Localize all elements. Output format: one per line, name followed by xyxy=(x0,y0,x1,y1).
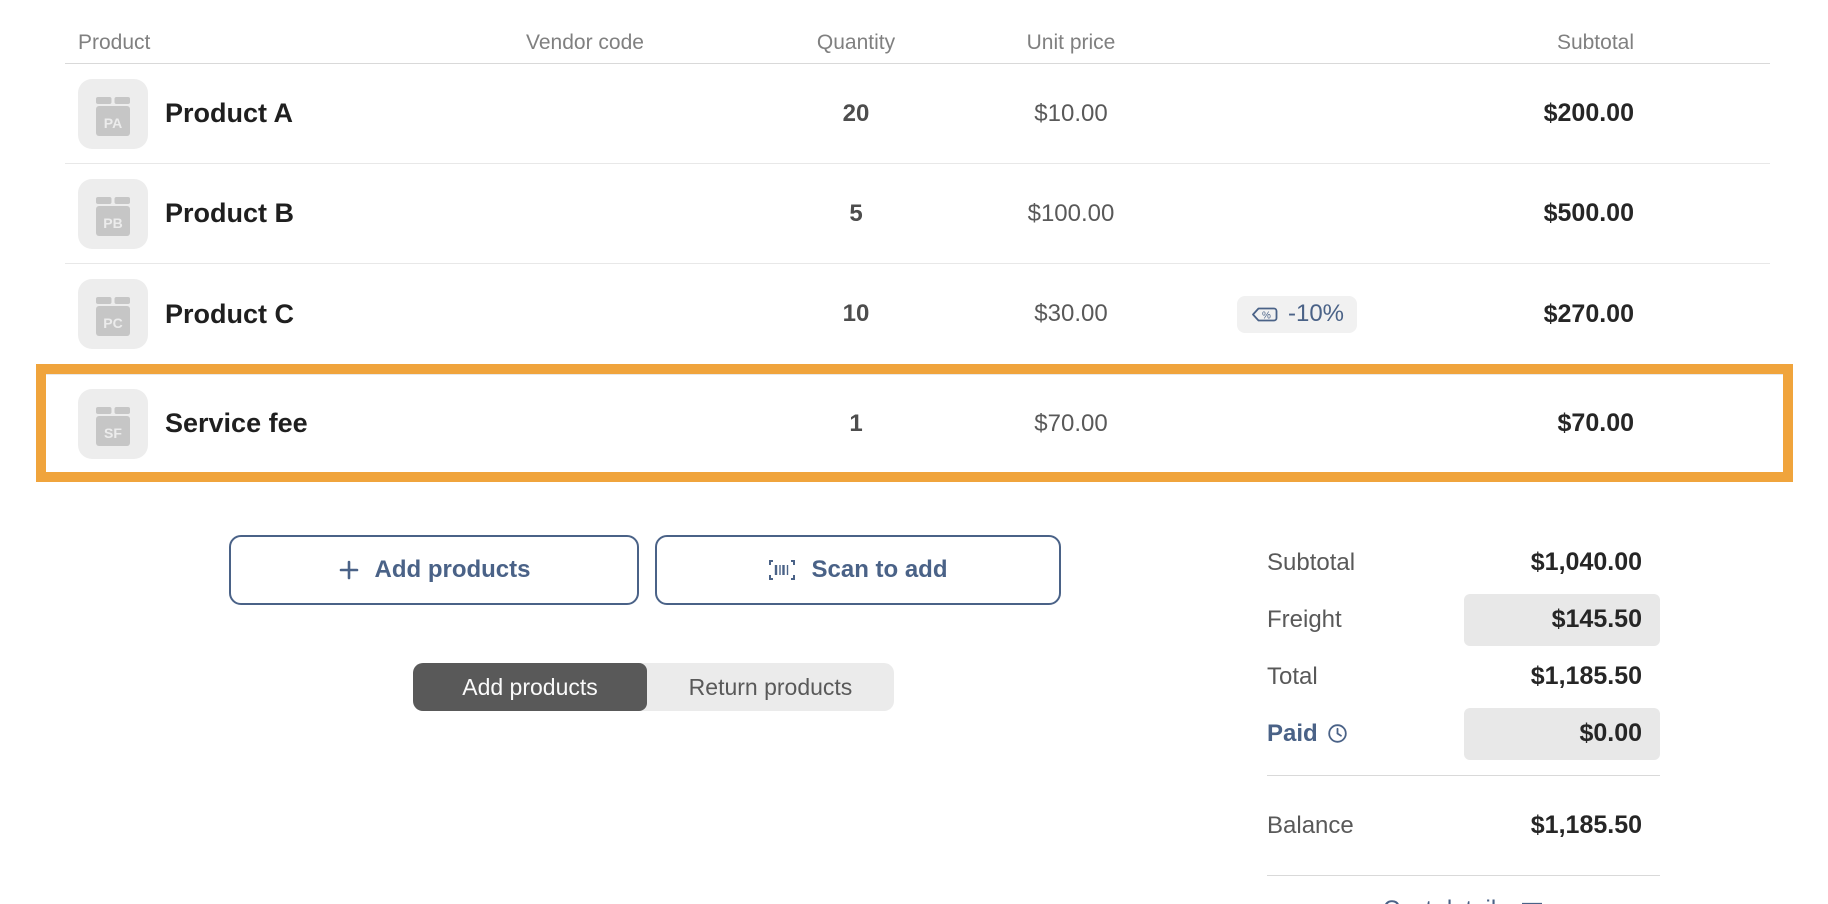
subtotal-cell: $270.00 xyxy=(1399,300,1770,329)
toggle-option-return-products[interactable]: Return products xyxy=(647,663,894,711)
subtotal-label: Subtotal xyxy=(1267,549,1355,577)
table-row[interactable]: PC Product C 10 $30.00 % -10% $270.00 xyxy=(65,264,1770,364)
freight-label: Freight xyxy=(1267,606,1342,634)
unit-price-cell: $100.00 xyxy=(947,200,1195,228)
table-row[interactable]: SF Service fee 1 $70.00 $70.00 xyxy=(46,374,1783,472)
column-header-unit-price: Unit price xyxy=(947,31,1195,55)
table-header: Product Vendor code Quantity Unit price … xyxy=(65,22,1770,64)
subtotal-cell: $500.00 xyxy=(1399,199,1770,228)
quantity-cell: 1 xyxy=(765,410,947,438)
paid-field[interactable]: $0.00 xyxy=(1464,708,1660,760)
summary-row-balance: Balance $1,185.50 xyxy=(1267,776,1660,875)
product-name: Product C xyxy=(165,299,294,330)
product-initials: SF xyxy=(104,425,122,441)
total-value: $1,185.50 xyxy=(1531,662,1660,691)
cost-details-link[interactable]: Cost details xyxy=(1267,896,1660,904)
summary-row-subtotal: Subtotal $1,040.00 xyxy=(1267,534,1660,591)
product-image-placeholder-icon: SF xyxy=(78,389,148,459)
price-tag-percent-icon: % xyxy=(1250,304,1279,325)
subtotal-cell: $70.00 xyxy=(1399,409,1770,438)
column-header-product: Product xyxy=(65,31,405,55)
scan-to-add-button[interactable]: Scan to add xyxy=(655,535,1061,605)
product-name: Service fee xyxy=(165,408,308,439)
summary-row-freight: Freight $145.50 xyxy=(1267,591,1660,648)
column-header-vendor-code: Vendor code xyxy=(405,31,765,55)
quantity-cell: 10 xyxy=(765,300,947,328)
product-image-placeholder-icon: PC xyxy=(78,279,148,349)
product-initials: PB xyxy=(103,215,122,231)
paid-value: $0.00 xyxy=(1579,719,1660,748)
unit-price-cell: $30.00 xyxy=(947,300,1195,328)
table-row[interactable]: PA Product A 20 $10.00 $200.00 xyxy=(65,64,1770,164)
summary-row-total: Total $1,185.50 xyxy=(1267,648,1660,705)
order-mode-toggle: Add products Return products xyxy=(413,663,894,711)
freight-value: $145.50 xyxy=(1552,605,1660,634)
balance-label: Balance xyxy=(1267,812,1354,840)
table-row[interactable]: PB Product B 5 $100.00 $500.00 xyxy=(65,164,1770,264)
quantity-cell: 5 xyxy=(765,200,947,228)
total-label: Total xyxy=(1267,663,1318,691)
order-summary: Subtotal $1,040.00 Freight $145.50 Total… xyxy=(1267,534,1660,904)
product-initials: PC xyxy=(103,315,122,331)
freight-field[interactable]: $145.50 xyxy=(1464,594,1660,646)
quantity-cell: 20 xyxy=(765,100,947,128)
add-products-button[interactable]: Add products xyxy=(229,535,639,605)
product-initials: PA xyxy=(104,115,122,131)
plus-icon xyxy=(338,559,360,581)
toggle-option-add-products[interactable]: Add products xyxy=(413,663,647,711)
clock-icon xyxy=(1327,723,1348,744)
unit-price-cell: $70.00 xyxy=(947,410,1195,438)
subtotal-cell: $200.00 xyxy=(1399,99,1770,128)
column-header-quantity: Quantity xyxy=(765,31,947,55)
subtotal-value: $1,040.00 xyxy=(1531,548,1660,577)
highlighted-row-frame: SF Service fee 1 $70.00 $70.00 xyxy=(36,364,1793,482)
paid-label[interactable]: Paid xyxy=(1267,720,1348,748)
product-image-placeholder-icon: PA xyxy=(78,79,148,149)
svg-text:%: % xyxy=(1262,310,1271,321)
summary-row-paid: Paid $0.00 xyxy=(1267,705,1660,762)
product-name: Product B xyxy=(165,198,294,229)
product-image-placeholder-icon: PB xyxy=(78,179,148,249)
products-table: Product Vendor code Quantity Unit price … xyxy=(65,22,1770,482)
barcode-scan-icon xyxy=(768,558,796,582)
column-header-subtotal: Subtotal xyxy=(1399,31,1770,55)
discount-value: -10% xyxy=(1288,300,1344,328)
unit-price-cell: $10.00 xyxy=(947,100,1195,128)
summary-divider xyxy=(1267,875,1660,876)
product-name: Product A xyxy=(165,98,293,129)
discount-badge[interactable]: % -10% xyxy=(1237,296,1357,333)
balance-value: $1,185.50 xyxy=(1531,811,1660,840)
